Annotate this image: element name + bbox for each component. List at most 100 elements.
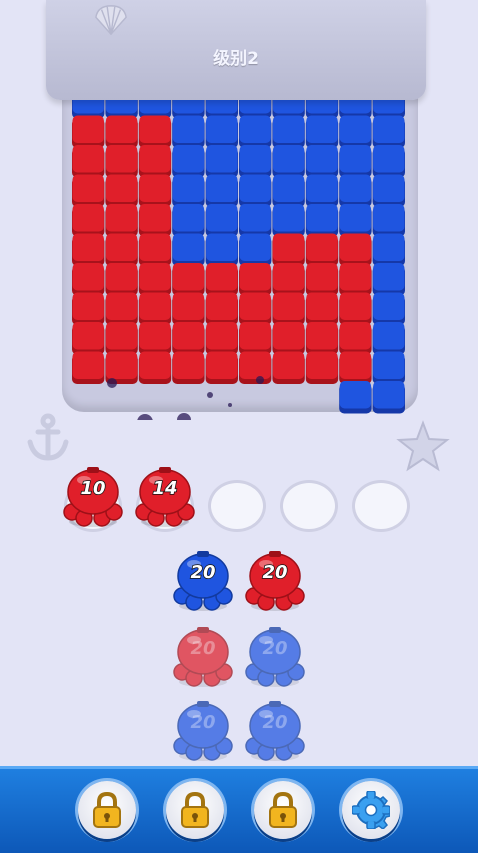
ink-splat — [107, 378, 117, 388]
red-block — [105, 115, 138, 148]
red-block — [138, 115, 172, 148]
red-block — [105, 174, 138, 207]
anchor-icon — [27, 413, 69, 461]
blue-block — [239, 115, 272, 148]
blue-block — [172, 204, 205, 237]
red-block — [138, 174, 172, 207]
red-block — [339, 292, 372, 325]
blue-block — [339, 381, 372, 414]
red-block — [138, 322, 172, 355]
red-block — [172, 263, 205, 296]
blue-block — [172, 115, 205, 148]
octopus-count: 20 — [190, 561, 217, 584]
shell-icon — [95, 5, 127, 36]
red-block — [272, 263, 305, 296]
blue-block — [372, 115, 405, 148]
octopus-blue[interactable]: 20 — [172, 548, 234, 612]
lock-icon — [269, 791, 297, 828]
level-prefix: 级别 — [213, 49, 248, 69]
red-block — [339, 263, 372, 296]
ink-splat — [137, 414, 153, 420]
blue-block — [372, 204, 405, 237]
octopus-count: 10 — [80, 477, 107, 500]
red-block — [105, 204, 138, 237]
blue-block — [372, 292, 405, 325]
red-block — [105, 292, 138, 325]
queued-octopus[interactable]: 10 — [62, 464, 124, 528]
blue-block — [205, 233, 238, 266]
blue-block — [239, 233, 272, 266]
octopus-count: 20 — [262, 712, 288, 733]
octopus-blue[interactable]: 20 — [172, 698, 234, 762]
red-block — [205, 351, 238, 384]
red-block — [272, 233, 305, 266]
red-block — [72, 351, 105, 384]
octopus-blue[interactable]: 20 — [244, 624, 306, 688]
red-block — [105, 145, 138, 178]
blue-block — [305, 145, 339, 178]
red-block — [239, 322, 272, 355]
red-block — [172, 322, 205, 355]
lock-button-1[interactable] — [78, 781, 136, 839]
blue-block — [172, 233, 205, 266]
octopus-blue[interactable]: 20 — [244, 698, 306, 762]
starfish-icon — [396, 420, 450, 472]
blue-block — [272, 115, 305, 148]
red-block — [138, 204, 172, 237]
gear-icon — [352, 791, 390, 829]
queued-octopus[interactable]: 14 — [134, 464, 196, 528]
blue-block — [205, 204, 238, 237]
red-block — [205, 292, 238, 325]
red-block — [305, 322, 339, 355]
blue-block — [339, 115, 372, 148]
blue-block — [339, 145, 372, 178]
red-block — [239, 351, 272, 384]
red-block — [105, 233, 138, 266]
blue-block — [205, 145, 238, 178]
blue-block — [372, 351, 405, 384]
blue-block — [272, 174, 305, 207]
settings-button[interactable] — [342, 781, 400, 839]
lock-button-3[interactable] — [254, 781, 312, 839]
ink-splat — [228, 403, 232, 407]
red-block — [272, 322, 305, 355]
blue-block — [205, 115, 238, 148]
red-block — [138, 233, 172, 266]
blue-block — [239, 174, 272, 207]
red-block — [339, 351, 372, 384]
blue-block — [272, 145, 305, 178]
ink-splat — [207, 392, 213, 398]
red-block — [305, 233, 339, 266]
queue-slot — [208, 480, 266, 532]
red-block — [172, 292, 205, 325]
red-block — [138, 145, 172, 178]
octopus-red[interactable]: 20 — [172, 624, 234, 688]
blue-block — [305, 115, 339, 148]
ink-splat — [256, 376, 264, 384]
red-block — [138, 263, 172, 296]
blue-block — [372, 263, 405, 296]
red-block — [339, 322, 372, 355]
lock-icon — [93, 791, 121, 828]
level-number: 2 — [247, 49, 259, 69]
octopus-red[interactable]: 20 — [244, 548, 306, 612]
red-block — [305, 351, 339, 384]
red-block — [72, 204, 105, 237]
blue-block — [172, 174, 205, 207]
red-block — [172, 351, 205, 384]
blue-block — [272, 204, 305, 237]
octopus-count: 20 — [262, 561, 289, 584]
red-block — [72, 145, 105, 178]
red-block — [239, 292, 272, 325]
red-block — [339, 233, 372, 266]
bottom-toolbar — [0, 766, 478, 853]
queue-slot — [280, 480, 338, 532]
octopus-count: 20 — [190, 638, 216, 659]
blue-block — [239, 145, 272, 178]
blue-block — [372, 381, 405, 414]
octopus-count: 20 — [262, 638, 288, 659]
ink-splat — [177, 413, 191, 420]
blue-block — [372, 145, 405, 178]
lock-button-2[interactable] — [166, 781, 224, 839]
blue-block — [205, 174, 238, 207]
